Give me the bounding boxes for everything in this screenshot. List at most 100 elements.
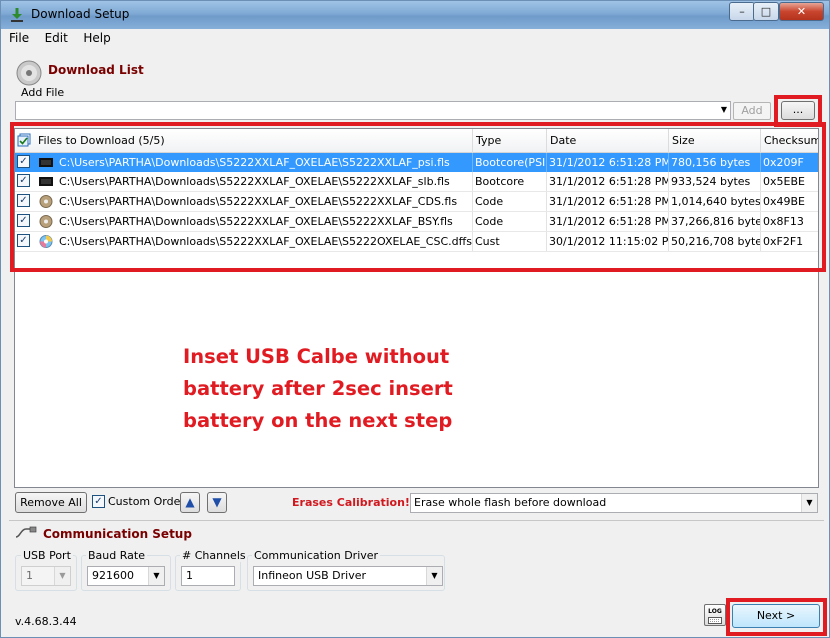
app-download-icon [11,8,23,22]
row-checksum: 0x209F [763,156,804,169]
chip-icon [39,177,53,186]
log-button[interactable]: LOG [704,604,726,626]
checkbox-checked-icon[interactable]: ✓ [92,495,105,508]
files-list-header: Files to Download (5/5) Type Date Size C… [15,129,818,153]
row-date: 31/1/2012 6:51:28 PM [547,153,669,172]
row-size: 1,014,640 bytes [669,192,761,211]
download-setup-window: Download Setup – □ ✕ File Edit Help Down… [0,0,830,638]
row-divider [15,251,818,252]
table-row[interactable]: ✓ C:\Users\PARTHA\Downloads\S5222XXLAF_O… [15,232,818,251]
chevron-down-icon[interactable]: ▼ [721,105,727,114]
row-type: Cust [473,232,547,251]
keyboard-icon [708,617,722,624]
row-path: C:\Users\PARTHA\Downloads\S5222XXLAF_OXE… [57,232,473,251]
minimize-button[interactable]: – [729,2,755,21]
column-header-type[interactable]: Type [473,129,547,153]
usb-port-value: 1 [26,569,33,582]
table-row[interactable]: ✓ C:\Users\PARTHA\Downloads\S5222XXLAF_O… [15,172,818,191]
add-file-label: Add File [21,86,65,99]
disc-icon [39,215,53,228]
row-size: 37,266,816 bytes [669,212,761,231]
table-row[interactable]: ✓ C:\Users\PARTHA\Downloads\S5222XXLAF_O… [15,212,818,231]
row-checkbox[interactable]: ✓ [17,214,30,227]
column-header-checksum[interactable]: Checksum [761,129,818,153]
baud-rate-value: 921600 [92,569,134,582]
erase-mode-select[interactable]: Erase whole flash before download ▼ [410,493,818,513]
row-checksum: 0xF2F1 [763,235,804,248]
driver-select[interactable]: Infineon USB Driver ▼ [253,566,443,586]
row-checkbox[interactable]: ✓ [17,234,30,247]
usb-port-label: USB Port [21,549,73,562]
annotation-line: battery after 2sec insert [183,377,453,400]
row-checkbox[interactable]: ✓ [17,155,30,168]
row-type: Bootcore(PSI) [473,153,547,172]
row-size: 50,216,708 bytes [669,232,761,251]
row-date: 31/1/2012 6:51:28 PM [547,172,669,191]
table-row[interactable]: ✓ C:\Users\PARTHA\Downloads\S5222XXLAF_O… [15,192,818,211]
browse-button[interactable]: ... [781,101,815,120]
annotation-line: battery on the next step [183,409,453,432]
annotation-text: Inset USB Calbe without battery after 2s… [183,341,513,437]
move-down-button[interactable]: ▼ [207,492,227,513]
menu-bar: File Edit Help [9,31,123,49]
window-title: Download Setup [31,7,130,21]
row-checksum: 0x8F13 [763,215,804,228]
column-header-date[interactable]: Date [547,129,669,153]
table-row[interactable]: ✓ C:\Users\PARTHA\Downloads\S5222XXLAF_O… [15,153,818,172]
chevron-down-icon[interactable]: ▼ [801,494,817,512]
row-type: Code [473,192,547,211]
section-divider [9,520,824,521]
channels-label: # Channels [180,549,248,562]
column-header-size[interactable]: Size [669,129,761,153]
row-path: C:\Users\PARTHA\Downloads\S5222XXLAF_OXE… [57,172,473,191]
annotation-line: Inset USB Calbe without [183,345,450,368]
log-icon-label: LOG [708,608,722,615]
check-all-icon[interactable] [17,133,32,148]
row-date: 31/1/2012 6:51:28 PM [547,192,669,211]
row-date: 30/1/2012 11:15:02 PM [547,232,669,251]
row-checkbox[interactable]: ✓ [17,194,30,207]
erase-mode-value: Erase whole flash before download [414,496,607,509]
row-checkbox[interactable]: ✓ [17,174,30,187]
row-type: Bootcore [473,172,547,191]
version-label: v.4.68.3.44 [15,615,77,628]
menu-edit[interactable]: Edit [45,31,68,45]
row-checksum: 0x5EBE [763,175,805,188]
disc-icon [39,195,53,208]
row-size: 933,524 bytes [669,172,761,191]
close-button[interactable]: ✕ [779,2,824,21]
row-size: 780,156 bytes [669,153,761,172]
row-checksum: 0x49BE [763,195,806,208]
remove-all-button[interactable]: Remove All [15,492,87,513]
maximize-button[interactable]: □ [753,2,779,21]
download-list-disc-icon [16,60,42,86]
baud-rate-label: Baud Rate [86,549,147,562]
chevron-down-icon[interactable]: ▼ [54,567,70,585]
channels-input[interactable]: 1 [181,566,235,586]
row-date: 31/1/2012 6:51:28 PM [547,212,669,231]
chevron-down-icon[interactable]: ▼ [426,567,442,585]
title-bar: Download Setup – □ ✕ [1,1,829,29]
row-path: C:\Users\PARTHA\Downloads\S5222XXLAF_OXE… [57,212,473,231]
download-list-title: Download List [48,63,144,77]
custom-order-label: Custom Order [108,495,185,508]
menu-help[interactable]: Help [83,31,110,45]
menu-file[interactable]: File [9,31,29,45]
driver-label: Communication Driver [252,549,381,562]
row-path: C:\Users\PARTHA\Downloads\S5222XXLAF_OXE… [57,153,473,172]
column-header-files[interactable]: Files to Download (5/5) [35,129,473,153]
row-path: C:\Users\PARTHA\Downloads\S5222XXLAF_OXE… [57,192,473,211]
next-button[interactable]: Next > [732,604,820,628]
driver-value: Infineon USB Driver [258,569,367,582]
baud-rate-select[interactable]: 921600 ▼ [87,566,165,586]
add-file-combobox[interactable]: ▼ [15,101,731,120]
chevron-down-icon[interactable]: ▼ [148,567,164,585]
move-up-button[interactable]: ▲ [180,492,200,513]
row-type: Code [473,212,547,231]
communication-setup-title: Communication Setup [43,527,192,541]
erases-calibration-warning: Erases Calibration! [292,496,410,509]
usb-port-select[interactable]: 1 ▼ [21,566,71,586]
add-button[interactable]: Add [733,102,771,120]
color-disc-icon [39,235,53,248]
chip-icon [39,158,53,167]
